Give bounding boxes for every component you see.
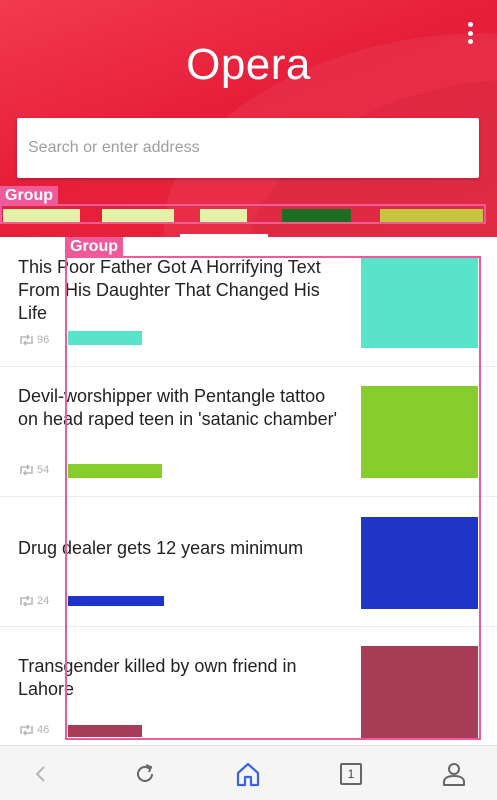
speed-dial-group-label: Group: [0, 186, 58, 206]
header: Opera Search or enter address Group: [0, 0, 497, 237]
article-stats: 96: [18, 334, 49, 346]
speed-dial-tile[interactable]: [3, 209, 80, 222]
reload-button[interactable]: [115, 746, 175, 800]
article-title: This Poor Father Got A Horrifying Text F…: [18, 257, 321, 323]
tabs-count: 1: [347, 766, 355, 781]
bottom-navigation: 1: [0, 745, 497, 800]
search-placeholder: Search or enter address: [28, 139, 200, 156]
news-feed: This Poor Father Got A Horrifying Text F…: [0, 237, 497, 745]
news-article[interactable]: Drug dealer gets 12 years minimum 24: [0, 497, 497, 627]
article-source-logo: [68, 725, 142, 737]
repost-icon: [20, 724, 33, 736]
article-title: Devil-worshipper with Pentangle tattoo o…: [18, 386, 338, 429]
article-source-logo: [68, 331, 142, 345]
tabs-button[interactable]: 1: [321, 746, 381, 800]
speed-dial-tile[interactable]: [282, 209, 351, 222]
back-icon: [35, 765, 45, 782]
article-stats: 46: [18, 724, 49, 736]
user-icon: [443, 762, 465, 786]
account-button[interactable]: [424, 746, 484, 800]
article-stats: 54: [18, 464, 49, 476]
repost-count: 54: [37, 464, 50, 476]
speed-dial-tile[interactable]: [380, 209, 483, 222]
back-button[interactable]: [11, 746, 71, 800]
opera-logo: Opera: [186, 40, 311, 89]
article-thumbnail: [361, 256, 478, 348]
article-thumbnail: [361, 517, 478, 609]
repost-icon: [20, 334, 33, 346]
reload-icon: [137, 763, 153, 782]
article-source-logo: [68, 464, 162, 478]
article-title: Transgender killed by own friend in Laho…: [18, 656, 297, 699]
repost-count: 24: [37, 595, 50, 607]
article-title: Drug dealer gets 12 years minimum: [18, 538, 304, 558]
search-input[interactable]: Search or enter address: [17, 118, 479, 178]
article-thumbnail: [361, 646, 478, 738]
repost-icon: [20, 595, 33, 607]
speed-dial-tile[interactable]: [200, 209, 247, 222]
tabs-icon: 1: [340, 762, 362, 785]
news-feed-group-label: Group: [65, 237, 123, 257]
home-button[interactable]: [218, 746, 278, 800]
article-source-logo: [68, 596, 164, 606]
news-article[interactable]: Devil-worshipper with Pentangle tattoo o…: [0, 367, 497, 497]
repost-icon: [20, 464, 33, 476]
repost-count: 46: [37, 724, 50, 736]
article-stats: 24: [18, 595, 49, 607]
article-thumbnail: [361, 386, 478, 478]
speed-dial-group: [0, 204, 486, 224]
speed-dial-tile[interactable]: [102, 209, 174, 222]
home-icon: [236, 762, 260, 786]
news-article[interactable]: Transgender killed by own friend in Laho…: [0, 627, 497, 745]
repost-count: 96: [37, 334, 50, 346]
